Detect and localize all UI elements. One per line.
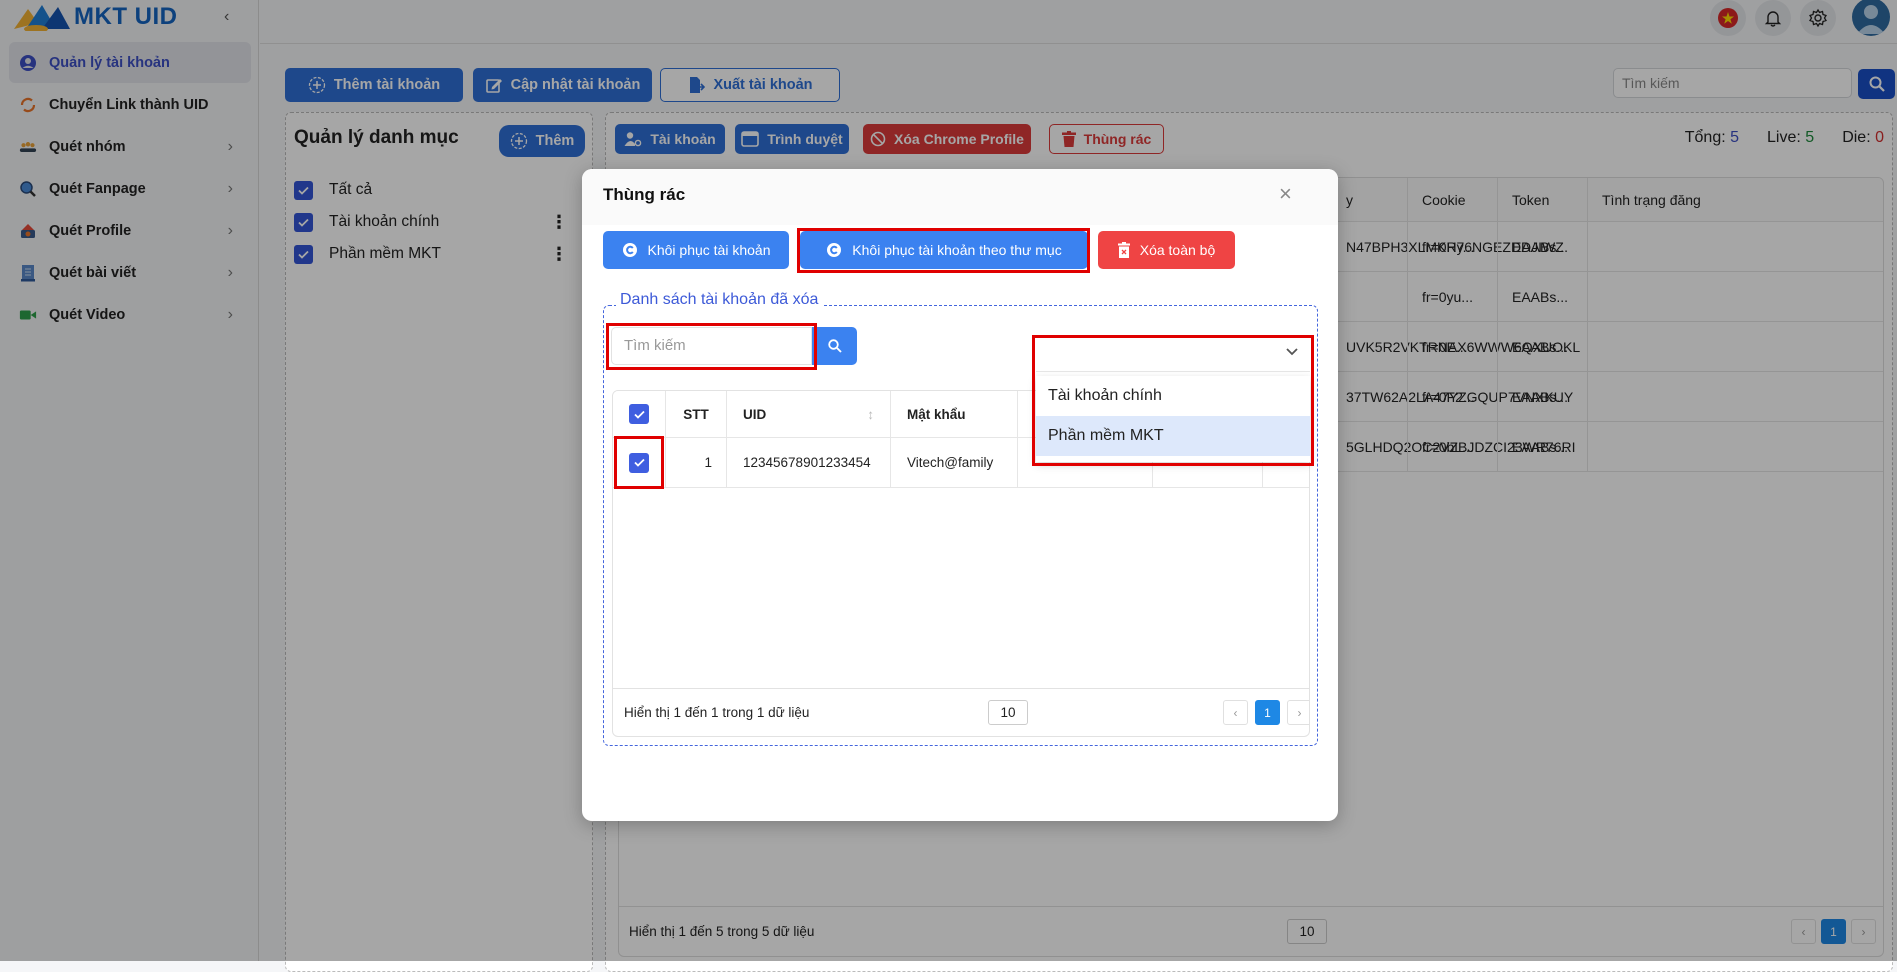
delete-all-button[interactable]: Xóa toàn bộ — [1098, 231, 1235, 269]
trash-search-button[interactable] — [812, 327, 857, 365]
select-all-checkbox[interactable] — [629, 404, 649, 424]
prev-page-button[interactable]: ‹ — [1223, 700, 1248, 725]
modal-title: Thùng rác — [603, 185, 686, 204]
page-button[interactable]: 1 — [1255, 700, 1280, 725]
select-all-cell — [613, 391, 665, 437]
row-checkbox[interactable] — [629, 452, 649, 473]
search-icon — [827, 339, 842, 353]
section-title: Danh sách tài khoản đã xóa — [616, 291, 823, 309]
row-select-cell — [613, 438, 665, 487]
next-page-button[interactable]: › — [1287, 700, 1309, 725]
pagination-info: Hiển thị 1 đến 1 trong 1 dữ liệu — [624, 705, 810, 720]
close-icon[interactable]: × — [1279, 183, 1292, 205]
uid-cell: 12345678901233454 — [726, 438, 890, 487]
modal-header — [582, 169, 1338, 225]
sort-icon[interactable]: ↕ — [867, 407, 874, 422]
trash-search-input[interactable]: Tìm kiếm — [611, 327, 812, 365]
column-header-uid[interactable]: UID ↕ — [726, 391, 890, 437]
category-select[interactable] — [1036, 335, 1310, 372]
chevron-down-icon — [1286, 348, 1298, 356]
dropdown-option-mkt-software[interactable]: Phần mềm MKT — [1036, 416, 1310, 456]
restore-account-label: Khôi phục tài khoản — [647, 242, 771, 258]
stt-cell: 1 — [665, 438, 726, 487]
dropdown-option-main-account[interactable]: Tài khoản chính — [1036, 376, 1310, 416]
password-cell: Vitech@family — [890, 438, 1017, 487]
restore-icon — [827, 243, 842, 257]
restore-account-button[interactable]: Khôi phục tài khoản — [603, 231, 789, 269]
delete-all-label: Xóa toàn bộ — [1139, 242, 1216, 258]
restore-by-folder-button[interactable]: Khôi phục tài khoản theo thư mục — [800, 231, 1088, 269]
restore-by-folder-label: Khôi phục tài khoản theo thư mục — [852, 242, 1062, 258]
category-dropdown-menu: Tài khoản chính Phần mềm MKT — [1036, 376, 1310, 462]
column-header-password[interactable]: Mật khẩu — [890, 391, 1017, 437]
table-footer: Hiển thị 1 đến 1 trong 1 dữ liệu 10 ‹ 1 … — [613, 688, 1309, 736]
page-size-select[interactable]: 10 — [988, 700, 1028, 725]
restore-icon — [622, 243, 637, 257]
trash-x-icon — [1117, 242, 1130, 258]
column-header-stt[interactable]: STT — [665, 391, 726, 437]
trash-modal: Thùng rác × Khôi phục tài khoản Khôi phụ… — [582, 169, 1338, 821]
